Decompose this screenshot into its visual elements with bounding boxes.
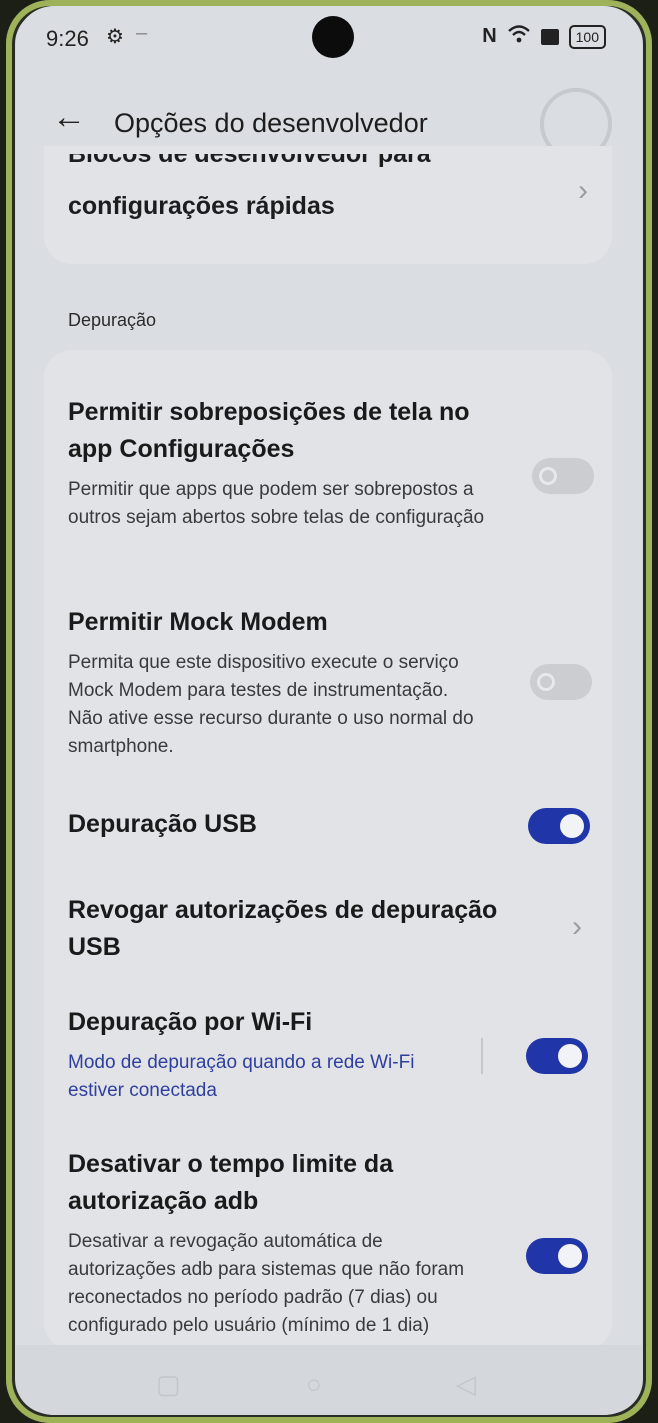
quick-settings-tiles-item[interactable]: Blocos de desenvolvedor para configuraçõ… [44,146,612,264]
setting-description: Modo de depuração quando a rede Wi-Fi es… [68,1052,415,1101]
setting-description: Desativar a revogação automática de auto… [68,1231,465,1336]
back-arrow-icon[interactable]: ← [52,98,86,137]
wifi-debugging-toggle[interactable] [526,1038,588,1074]
setting-usb-debugging-item[interactable]: Depuração USB [68,806,488,843]
setting-overlay-item[interactable]: Permitir sobreposições de tela no app Co… [68,394,508,532]
recents-icon[interactable]: ▢ [156,1369,181,1400]
status-bar: 9:26 ⚙ – N 100 [16,6,642,66]
quick-settings-title-line2: configurações rápidas [68,192,335,220]
setting-title: Permitir Mock Modem [68,608,328,636]
usb-debugging-toggle[interactable] [528,808,590,844]
adb-timeout-toggle[interactable] [526,1238,588,1274]
setting-description: Permita que este dispositivo execute o s… [68,652,474,757]
setting-title: Revogar autorizações de depuração USB [68,896,498,961]
setting-title: Depuração por Wi-Fi [68,1008,313,1036]
setting-revoke-usb-item[interactable]: Revogar autorizações de depuração USB [68,892,538,966]
status-icons: N 100 [482,24,606,49]
chevron-right-icon: › [578,174,588,207]
setting-mock-modem-item[interactable]: Permitir Mock Modem Permita que este dis… [68,604,488,761]
settings-gear-icon: ⚙ [106,26,124,48]
phone-frame: 9:26 ⚙ – N 100 ← Opções do desenvolvedor… [6,0,652,1423]
sim-icon [540,28,559,45]
front-camera [312,16,354,58]
page-title: Opções do desenvolvedor [114,108,428,138]
section-header-debugging: Depuração [68,310,157,330]
debugging-card: Permitir sobreposições de tela no app Co… [44,350,612,1350]
notification-dash-icon: – [136,22,148,44]
screen: 9:26 ⚙ – N 100 ← Opções do desenvolvedor… [16,6,642,1415]
overlay-toggle[interactable] [532,458,594,494]
status-time: 9:26 [46,26,89,51]
navigation-bar: ▢ ○ ◁ [16,1345,642,1415]
back-icon[interactable]: ◁ [456,1369,476,1400]
setting-title: Permitir sobreposições de tela no app Co… [68,398,470,463]
setting-description: Permitir que apps que podem ser sobrepos… [68,479,485,528]
home-icon[interactable]: ○ [306,1369,322,1400]
wifi-icon [507,24,531,49]
divider [481,1038,483,1074]
setting-adb-timeout-item[interactable]: Desativar o tempo limite da autorização … [68,1146,488,1340]
chevron-right-icon: › [572,910,582,943]
mock-modem-toggle[interactable] [530,664,592,700]
setting-title: Desativar o tempo limite da autorização … [68,1150,394,1215]
nfc-icon: N [482,25,497,47]
setting-title: Depuração USB [68,810,257,838]
setting-wifi-debugging-item[interactable]: Depuração por Wi-Fi Modo de depuração qu… [68,1004,448,1105]
battery-icon: 100 [568,24,606,49]
